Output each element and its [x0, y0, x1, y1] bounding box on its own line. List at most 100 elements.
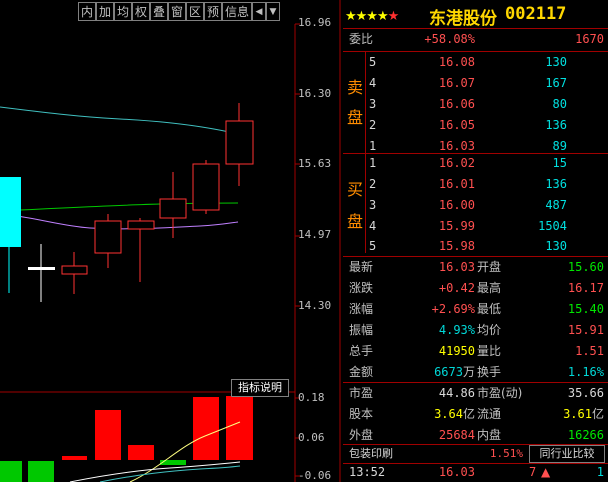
- indicator-tick: 0.06: [298, 431, 325, 444]
- candle: [0, 177, 21, 247]
- price-tick: 14.30: [298, 299, 332, 312]
- candle: [61, 265, 88, 275]
- volume: 1504: [538, 219, 567, 233]
- macd-bar: [62, 456, 87, 460]
- buy-row[interactable]: 4 15.99 1504: [343, 216, 608, 237]
- sell-row[interactable]: 4 16.07 167: [343, 73, 608, 94]
- value: 1.51: [575, 344, 604, 358]
- rating-stars: ★★★★★: [345, 5, 399, 25]
- indicator-explain-button[interactable]: 指标说明: [231, 379, 289, 397]
- toolbar-btn-window[interactable]: 窗: [168, 2, 186, 21]
- label: 换手: [477, 365, 502, 379]
- candle: [225, 120, 254, 165]
- value: 35.66: [567, 386, 604, 400]
- buy-row[interactable]: 3 16.00 487: [343, 195, 608, 216]
- volume: 136: [545, 177, 567, 191]
- value: 3.61: [563, 407, 592, 421]
- label: 量比: [477, 344, 502, 358]
- volume: 136: [545, 118, 567, 132]
- quote-row-share: 股本 3.64亿 流通 3.61亿: [343, 404, 608, 425]
- macd-bar: [128, 445, 154, 460]
- price-tick: 16.96: [298, 16, 332, 29]
- label: 最高: [477, 281, 502, 295]
- chart-toolbar: 内 加 均 权 叠 窗 区 预 信息 ◀ ▼: [78, 2, 280, 22]
- toolbar-btn-internal[interactable]: 内: [78, 2, 96, 21]
- value: 25684: [438, 428, 475, 442]
- label: 最新: [349, 260, 374, 274]
- macd-bars: [0, 396, 253, 482]
- buy-row[interactable]: 5 15.98 130: [343, 236, 608, 257]
- sell-row[interactable]: 3 16.06 80: [343, 94, 608, 115]
- macd-bar: [160, 460, 186, 465]
- quote-row-pe: 市盈 44.86 市盈(动) 35.66: [343, 383, 608, 404]
- quote-panel: ★★★★★ 东港股份 002117 委比 +58.08% 1670 卖 盘 5 …: [343, 0, 608, 482]
- price-tick: 14.97: [298, 228, 332, 241]
- kline-chart[interactable]: [0, 0, 343, 482]
- volume: 130: [545, 55, 567, 69]
- macd-bar: [95, 410, 121, 460]
- ma-line-cyan: [0, 106, 239, 135]
- price: 16.05: [438, 118, 475, 132]
- toolbar-btn-average[interactable]: 均: [114, 2, 132, 21]
- quote-row-outer: 外盘 25684 内盘 16266: [343, 425, 608, 446]
- value: 15.40: [567, 302, 604, 316]
- value: 4.93%: [438, 323, 475, 337]
- value: 1.16%: [567, 365, 604, 379]
- buy-row[interactable]: 1 16.02 15: [343, 153, 608, 174]
- volume: 130: [545, 239, 567, 253]
- price: 16.02: [438, 156, 475, 170]
- toolbar-btn-rights[interactable]: 权: [132, 2, 150, 21]
- value: 15.60: [567, 260, 604, 274]
- price: 16.08: [438, 55, 475, 69]
- volume: 167: [545, 76, 567, 90]
- label: 流通: [477, 407, 502, 421]
- price-tick: 15.63: [298, 157, 332, 170]
- label: 内盘: [477, 428, 502, 442]
- tick-time: 13:52: [349, 465, 386, 479]
- toolbar-dropdown-icon[interactable]: ▼: [266, 2, 280, 21]
- label: 股本: [349, 407, 374, 421]
- level: 2: [369, 177, 377, 191]
- toolbar-btn-info[interactable]: 信息: [222, 2, 252, 21]
- candle: [159, 198, 187, 219]
- value: 16266: [567, 428, 604, 442]
- quote-row-total: 总手 41950 量比 1.51: [343, 341, 608, 362]
- industry-row: 包装印刷 1.51% 同行业比较: [343, 445, 608, 463]
- buy-row[interactable]: 2 16.01 136: [343, 174, 608, 195]
- industry-compare-button[interactable]: 同行业比较: [529, 445, 605, 463]
- value: 16.03: [438, 260, 475, 274]
- candles: [0, 103, 254, 302]
- industry-name: 包装印刷: [349, 447, 393, 460]
- toolbar-btn-forecast[interactable]: 预: [204, 2, 222, 21]
- toolbar-btn-add[interactable]: 加: [96, 2, 114, 21]
- macd-bar: [226, 396, 253, 460]
- stock-code: 002117: [505, 4, 567, 24]
- value: 16.17: [567, 281, 604, 295]
- quote-row-change: 涨跌 +0.42 最高 16.17: [343, 278, 608, 299]
- level: 5: [369, 239, 377, 253]
- candle: [192, 163, 220, 211]
- label: 开盘: [477, 260, 502, 274]
- price-tick: 16.30: [298, 87, 332, 100]
- label: 涨幅: [349, 302, 374, 316]
- value: 15.91: [567, 323, 604, 337]
- toolbar-left-arrow-icon[interactable]: ◀: [252, 2, 266, 21]
- label: 均价: [477, 323, 502, 337]
- quote-row-amp: 振幅 4.93% 均价 15.91: [343, 320, 608, 341]
- level: 4: [369, 76, 377, 90]
- label: 涨跌: [349, 281, 374, 295]
- toolbar-btn-overlay[interactable]: 叠: [150, 2, 168, 21]
- label: 总手: [349, 344, 374, 358]
- sell-row[interactable]: 2 16.05 136: [343, 115, 608, 136]
- level: 4: [369, 219, 377, 233]
- level: 2: [369, 118, 377, 132]
- volume: 15: [552, 156, 567, 170]
- level: 3: [369, 198, 377, 212]
- tick-row: 13:52 16.03 7 ▲ 1: [343, 463, 608, 482]
- star-icon: ★★★★: [345, 9, 389, 24]
- value: +0.42: [438, 281, 475, 295]
- dea-line: [69, 461, 241, 482]
- quote-row-amount: 金额 6673万 换手 1.16%: [343, 362, 608, 383]
- sell-row[interactable]: 5 16.08 130: [343, 52, 608, 73]
- toolbar-btn-range[interactable]: 区: [186, 2, 204, 21]
